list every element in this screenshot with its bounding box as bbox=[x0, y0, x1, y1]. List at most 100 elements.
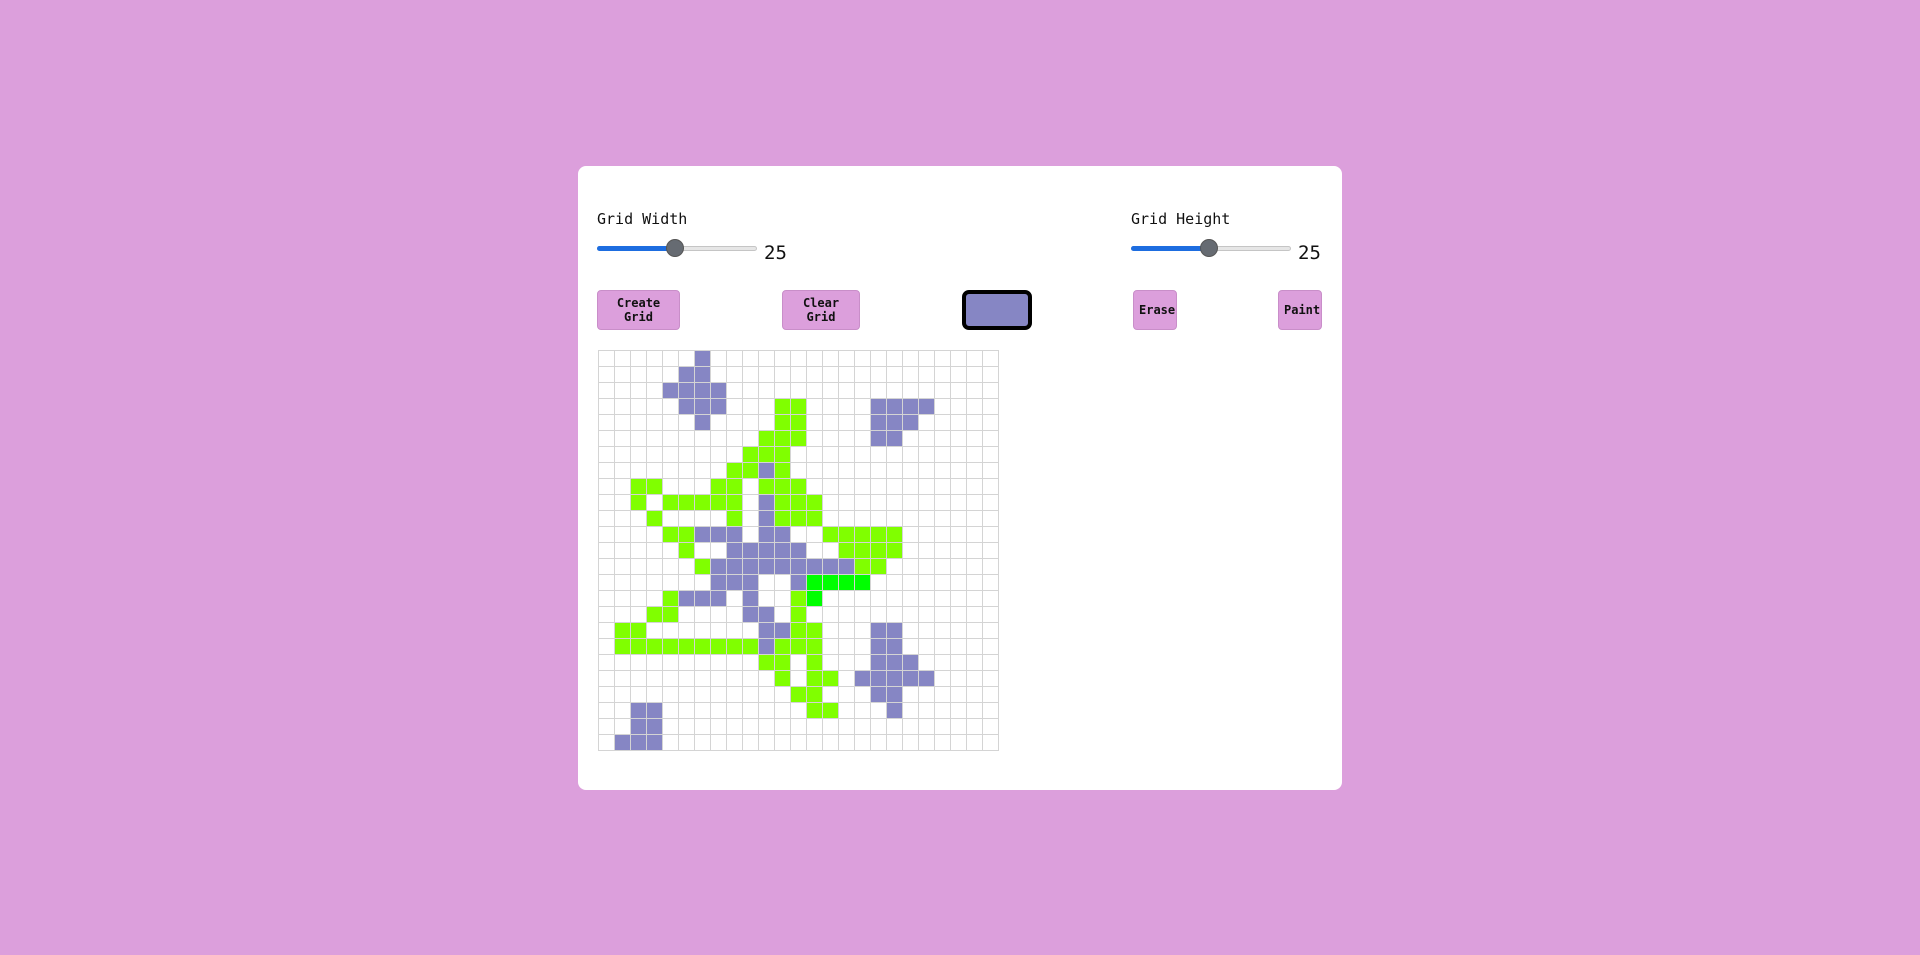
grid-cell[interactable] bbox=[679, 431, 695, 447]
grid-cell[interactable] bbox=[615, 383, 631, 399]
grid-cell[interactable] bbox=[807, 559, 823, 575]
grid-cell[interactable] bbox=[871, 383, 887, 399]
grid-cell[interactable] bbox=[727, 463, 743, 479]
grid-cell[interactable] bbox=[599, 623, 615, 639]
grid-cell[interactable] bbox=[855, 559, 871, 575]
grid-cell[interactable] bbox=[967, 415, 983, 431]
grid-cell[interactable] bbox=[807, 607, 823, 623]
grid-cell[interactable] bbox=[823, 383, 839, 399]
grid-cell[interactable] bbox=[663, 639, 679, 655]
grid-cell[interactable] bbox=[919, 575, 935, 591]
grid-cell[interactable] bbox=[967, 463, 983, 479]
grid-cell[interactable] bbox=[935, 415, 951, 431]
grid-cell[interactable] bbox=[887, 623, 903, 639]
color-picker[interactable] bbox=[962, 290, 1032, 330]
grid-cell[interactable] bbox=[679, 383, 695, 399]
grid-cell[interactable] bbox=[711, 527, 727, 543]
grid-cell[interactable] bbox=[711, 367, 727, 383]
grid-cell[interactable] bbox=[743, 607, 759, 623]
grid-cell[interactable] bbox=[631, 559, 647, 575]
grid-cell[interactable] bbox=[807, 463, 823, 479]
grid-cell[interactable] bbox=[823, 415, 839, 431]
grid-cell[interactable] bbox=[679, 511, 695, 527]
grid-cell[interactable] bbox=[743, 399, 759, 415]
grid-cell[interactable] bbox=[983, 383, 999, 399]
grid-cell[interactable] bbox=[871, 591, 887, 607]
grid-cell[interactable] bbox=[631, 399, 647, 415]
grid-cell[interactable] bbox=[615, 591, 631, 607]
grid-cell[interactable] bbox=[967, 639, 983, 655]
grid-cell[interactable] bbox=[967, 559, 983, 575]
grid-cell[interactable] bbox=[631, 591, 647, 607]
grid-cell[interactable] bbox=[919, 479, 935, 495]
grid-cell[interactable] bbox=[839, 463, 855, 479]
grid-cell[interactable] bbox=[903, 399, 919, 415]
grid-cell[interactable] bbox=[743, 415, 759, 431]
grid-cell[interactable] bbox=[647, 463, 663, 479]
grid-cell[interactable] bbox=[935, 591, 951, 607]
grid-cell[interactable] bbox=[823, 511, 839, 527]
grid-cell[interactable] bbox=[839, 543, 855, 559]
grid-cell[interactable] bbox=[663, 463, 679, 479]
grid-cell[interactable] bbox=[951, 591, 967, 607]
grid-cell[interactable] bbox=[887, 575, 903, 591]
grid-cell[interactable] bbox=[823, 687, 839, 703]
grid-cell[interactable] bbox=[903, 559, 919, 575]
grid-cell[interactable] bbox=[711, 671, 727, 687]
grid-cell[interactable] bbox=[983, 623, 999, 639]
grid-cell[interactable] bbox=[599, 527, 615, 543]
grid-cell[interactable] bbox=[759, 447, 775, 463]
grid-cell[interactable] bbox=[615, 671, 631, 687]
grid-cell[interactable] bbox=[855, 399, 871, 415]
grid-cell[interactable] bbox=[807, 719, 823, 735]
grid-cell[interactable] bbox=[759, 479, 775, 495]
grid-cell[interactable] bbox=[615, 575, 631, 591]
grid-cell[interactable] bbox=[775, 639, 791, 655]
grid-cell[interactable] bbox=[839, 351, 855, 367]
grid-cell[interactable] bbox=[983, 655, 999, 671]
grid-cell[interactable] bbox=[743, 479, 759, 495]
grid-cell[interactable] bbox=[695, 543, 711, 559]
grid-cell[interactable] bbox=[967, 719, 983, 735]
grid-cell[interactable] bbox=[903, 527, 919, 543]
grid-cell[interactable] bbox=[711, 703, 727, 719]
grid-cell[interactable] bbox=[839, 559, 855, 575]
grid-cell[interactable] bbox=[791, 543, 807, 559]
grid-cell[interactable] bbox=[903, 383, 919, 399]
grid-cell[interactable] bbox=[807, 447, 823, 463]
grid-cell[interactable] bbox=[695, 607, 711, 623]
clear-grid-button[interactable]: Clear Grid bbox=[782, 290, 860, 330]
grid-cell[interactable] bbox=[711, 591, 727, 607]
grid-cell[interactable] bbox=[727, 655, 743, 671]
grid-cell[interactable] bbox=[711, 719, 727, 735]
grid-cell[interactable] bbox=[919, 607, 935, 623]
grid-cell[interactable] bbox=[663, 575, 679, 591]
grid-cell[interactable] bbox=[711, 383, 727, 399]
grid-cell[interactable] bbox=[951, 479, 967, 495]
grid-cell[interactable] bbox=[695, 495, 711, 511]
grid-cell[interactable] bbox=[903, 415, 919, 431]
grid-cell[interactable] bbox=[807, 543, 823, 559]
grid-cell[interactable] bbox=[743, 351, 759, 367]
grid-cell[interactable] bbox=[615, 447, 631, 463]
grid-cell[interactable] bbox=[663, 719, 679, 735]
grid-cell[interactable] bbox=[823, 607, 839, 623]
grid-cell[interactable] bbox=[807, 399, 823, 415]
grid-cell[interactable] bbox=[711, 735, 727, 751]
grid-cell[interactable] bbox=[727, 383, 743, 399]
grid-cell[interactable] bbox=[935, 719, 951, 735]
grid-cell[interactable] bbox=[727, 671, 743, 687]
grid-cell[interactable] bbox=[615, 703, 631, 719]
grid-cell[interactable] bbox=[727, 559, 743, 575]
grid-cell[interactable] bbox=[759, 415, 775, 431]
grid-cell[interactable] bbox=[679, 687, 695, 703]
grid-cell[interactable] bbox=[663, 399, 679, 415]
grid-cell[interactable] bbox=[903, 655, 919, 671]
grid-cell[interactable] bbox=[663, 543, 679, 559]
grid-cell[interactable] bbox=[919, 527, 935, 543]
grid-cell[interactable] bbox=[951, 367, 967, 383]
grid-cell[interactable] bbox=[839, 479, 855, 495]
grid-cell[interactable] bbox=[775, 527, 791, 543]
grid-cell[interactable] bbox=[791, 639, 807, 655]
grid-cell[interactable] bbox=[647, 527, 663, 543]
